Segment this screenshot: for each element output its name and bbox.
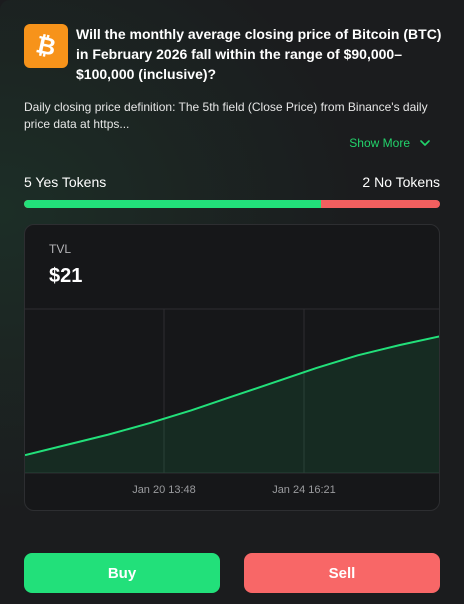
- market-question: Will the monthly average closing price o…: [76, 26, 442, 82]
- sell-button[interactable]: Sell: [244, 553, 440, 593]
- yes-tokens-label: 5 Yes Tokens: [24, 174, 107, 190]
- token-ratio-bar: [24, 200, 440, 208]
- show-more-label: Show More: [349, 136, 410, 150]
- chart-area-fill: [25, 336, 439, 473]
- bitcoin-icon: ₿: [24, 24, 68, 68]
- buy-button[interactable]: Buy: [24, 553, 220, 593]
- no-tokens-label: 2 No Tokens: [362, 174, 440, 190]
- chevron-down-icon: [420, 139, 430, 146]
- svg-text:₿: ₿: [34, 32, 59, 60]
- yes-share-fill: [24, 200, 322, 208]
- market-definition: Daily closing price definition: The 5th …: [24, 100, 428, 131]
- market-card: ₿ Will the monthly average closing price…: [0, 0, 464, 604]
- chart-x-tick-label: Jan 24 16:21: [272, 484, 336, 496]
- show-more-button[interactable]: Show More: [349, 136, 430, 150]
- tvl-chart: Jan 20 13:48 Jan 24 16:21: [25, 308, 439, 496]
- tvl-chart-panel: TVL $21 Jan 20 13:48 Jan 24 16:21: [24, 224, 440, 511]
- chart-x-tick-label: Jan 20 13:48: [132, 484, 196, 496]
- market-header: ₿ Will the monthly average closing price…: [24, 24, 444, 84]
- token-counts: 5 Yes Tokens 2 No Tokens: [24, 174, 440, 190]
